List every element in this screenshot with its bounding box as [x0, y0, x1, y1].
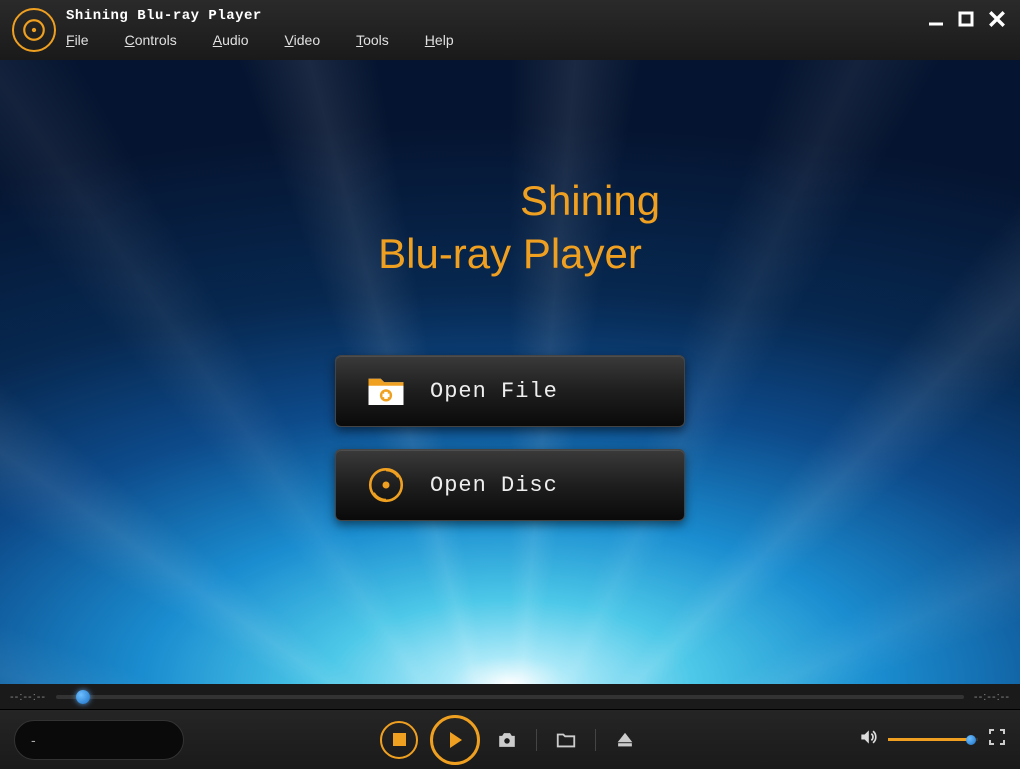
- separator: [536, 729, 537, 751]
- separator: [595, 729, 596, 751]
- window-controls: [928, 10, 1006, 33]
- folder-icon: [362, 367, 410, 415]
- volume-fill: [888, 738, 971, 741]
- open-folder-button[interactable]: [551, 725, 581, 755]
- time-current: --:--:--: [10, 691, 46, 703]
- menu-help[interactable]: Help: [425, 32, 454, 48]
- playback-bar: --:--:-- --:--:-- -: [0, 684, 1020, 769]
- snapshot-button[interactable]: [492, 725, 522, 755]
- menubar: File Controls Audio Video Tools Help: [66, 32, 1012, 48]
- playback-controls: [380, 715, 640, 765]
- app-title: Shining Blu-ray Player: [66, 8, 1012, 24]
- status-display: -: [14, 720, 184, 760]
- volume-thumb[interactable]: [966, 735, 976, 745]
- seek-thumb[interactable]: [76, 690, 90, 704]
- close-icon[interactable]: [988, 10, 1006, 33]
- brand-line1: Shining: [520, 175, 660, 228]
- open-disc-button[interactable]: Open Disc: [335, 449, 685, 521]
- fullscreen-button[interactable]: [988, 728, 1006, 751]
- seek-row: --:--:-- --:--:--: [0, 684, 1020, 710]
- right-controls: [858, 727, 1006, 752]
- maximize-icon[interactable]: [958, 11, 974, 32]
- open-file-button[interactable]: Open File: [335, 355, 685, 427]
- play-button[interactable]: [430, 715, 480, 765]
- app-window: Shining Blu-ray Player File Controls Aud…: [0, 0, 1020, 769]
- menu-file[interactable]: File: [66, 32, 89, 48]
- menu-controls[interactable]: Controls: [125, 32, 177, 48]
- open-buttons: Open File Open Disc: [335, 355, 685, 521]
- volume-icon[interactable]: [858, 727, 878, 752]
- volume-slider[interactable]: [888, 738, 978, 741]
- stop-button[interactable]: [380, 721, 418, 759]
- eject-button[interactable]: [610, 725, 640, 755]
- minimize-icon[interactable]: [928, 11, 944, 32]
- menu-audio[interactable]: Audio: [213, 32, 249, 48]
- brand-text: Shining Blu-ray Player: [360, 175, 660, 280]
- status-text: -: [31, 732, 36, 748]
- menu-tools[interactable]: Tools: [356, 32, 389, 48]
- video-area: Shining Blu-ray Player Open File Open Di…: [0, 60, 1020, 684]
- open-file-label: Open File: [430, 379, 558, 404]
- titlebar: Shining Blu-ray Player File Controls Aud…: [0, 0, 1020, 60]
- open-disc-label: Open Disc: [430, 473, 558, 498]
- disc-icon: [362, 461, 410, 509]
- app-logo: [12, 8, 56, 52]
- seek-slider[interactable]: [56, 695, 964, 699]
- menu-video[interactable]: Video: [285, 32, 321, 48]
- brand-line2: Blu-ray Player: [360, 228, 660, 281]
- controls-row: -: [0, 710, 1020, 769]
- time-total: --:--:--: [974, 691, 1010, 703]
